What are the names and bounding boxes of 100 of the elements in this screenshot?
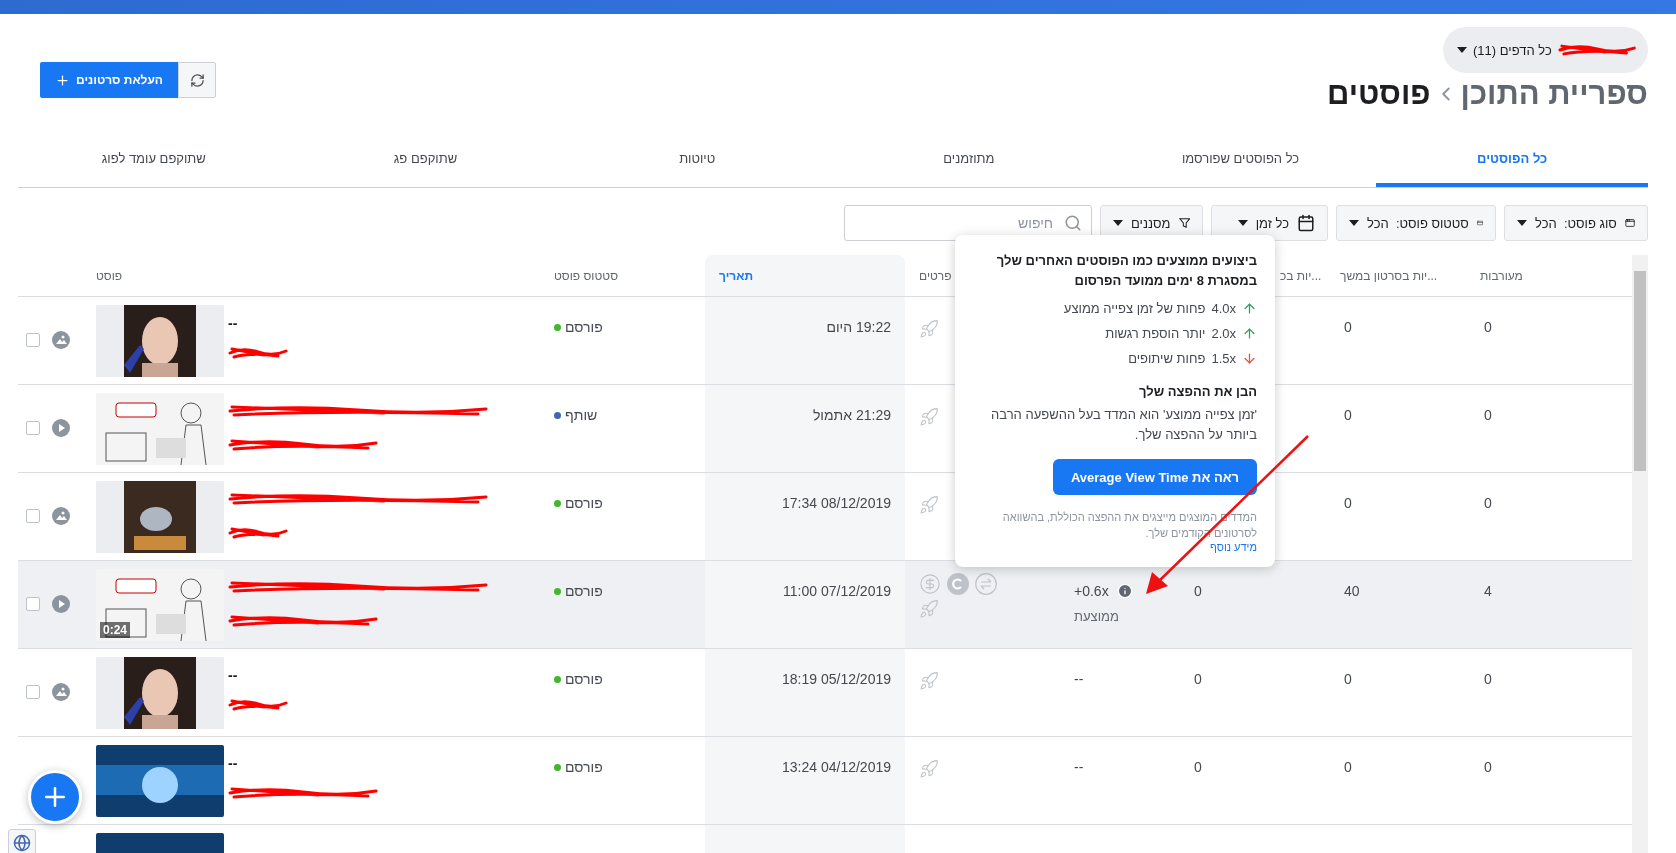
metric-text: יותר הוספת רגשות — [1105, 326, 1206, 341]
column-header[interactable]: פוסט — [96, 268, 123, 283]
metric-value: 0 — [1194, 759, 1202, 775]
scribble-drawing — [228, 697, 288, 713]
status-text: פורסם — [565, 319, 603, 335]
metric-value: 0 — [1194, 671, 1202, 687]
filter-dropdown[interactable]: סטטוס פוסט: הכל — [1336, 205, 1496, 241]
copyright-icon — [947, 573, 969, 595]
post-title: -- — [228, 315, 238, 331]
rocket-icon[interactable] — [919, 319, 939, 339]
row-checkbox[interactable] — [26, 421, 40, 435]
tab[interactable]: שתוקפם פג — [289, 130, 562, 187]
status-text: פורסם — [565, 495, 603, 511]
tab[interactable]: שתוקפם עומד לפוג — [18, 130, 290, 187]
column-header[interactable]: פרטים — [919, 268, 952, 283]
page-selector[interactable]: כל הדפים (11) — [1443, 27, 1648, 73]
caret-icon — [1349, 220, 1359, 226]
metric-value: 0 — [1484, 495, 1492, 511]
caret-icon — [1237, 220, 1248, 226]
metric-value: 0 — [1344, 319, 1352, 335]
metric-value: 0 — [1344, 759, 1352, 775]
column-header[interactable]: סטטוס פוסט — [554, 268, 618, 283]
upload-button[interactable]: העלאת סרטונים — [40, 62, 178, 98]
swap-icon — [975, 573, 997, 595]
search-field[interactable]: חיפוש — [844, 205, 1092, 241]
info-icon[interactable] — [1116, 583, 1133, 599]
row-checkbox[interactable] — [26, 509, 40, 523]
plus-icon — [55, 72, 71, 88]
column-header[interactable]: תאריך — [719, 268, 753, 283]
post-title: -- — [228, 667, 238, 683]
globe-icon — [13, 834, 31, 852]
caret-icon — [1517, 220, 1527, 226]
metric-value: -- — [1074, 759, 1084, 775]
metric-value: 1.5x — [1211, 351, 1236, 366]
calendar-icon — [1297, 214, 1315, 232]
caret-icon — [1113, 220, 1123, 226]
metric-value: 0 — [1344, 671, 1352, 687]
date-cell: 04/12/2019 13:24 — [705, 737, 905, 824]
rocket-icon[interactable] — [919, 407, 939, 427]
metric-value: 0 — [1194, 583, 1202, 599]
post-title: -- — [228, 755, 238, 771]
popup-heading: הבן את ההפצה שלך — [1139, 384, 1257, 399]
rocket-icon[interactable] — [919, 495, 939, 515]
metric-value: 4.0x — [1211, 301, 1236, 316]
video-duration: 0:24 — [100, 622, 131, 638]
status-text: פורסם — [565, 583, 603, 599]
tab[interactable]: כל הפוסטים שפורסמו — [1104, 130, 1377, 187]
status-text: שותף — [565, 407, 598, 423]
date-cell: 21:29 אתמול — [705, 385, 905, 472]
row-checkbox[interactable] — [26, 333, 40, 347]
metric-note: ממוצעת — [1074, 609, 1119, 624]
date-cell: 07/12/2019 11:00 — [705, 561, 905, 648]
breadcrumb-item[interactable]: ספריית התוכן — [1460, 76, 1648, 112]
rocket-icon[interactable] — [919, 599, 939, 619]
metric-value: 0 — [1344, 407, 1352, 423]
image-icon — [52, 331, 70, 349]
metric-value: 0 — [1344, 495, 1352, 511]
status-text: פורסם — [565, 759, 603, 775]
metric-text: פחות של זמן צפייה ממוצע — [1063, 301, 1206, 316]
popup-text: 'זמן צפייה ממוצע' הוא המדד בעל ההשפעה הרבה ביותר על ההפצה שלך. — [990, 406, 1257, 444]
metric-value: 4 — [1484, 583, 1492, 599]
date-cell: 08/12/2019 17:34 — [705, 473, 905, 560]
metric-value: 2.0x — [1211, 326, 1236, 341]
filter-dropdown[interactable]: כל זמן — [1211, 205, 1328, 241]
tab[interactable]: מתוזמנים — [833, 130, 1105, 187]
search-icon — [1064, 214, 1082, 232]
tab[interactable]: כל הפוסטים — [1376, 130, 1648, 187]
rocket-icon[interactable] — [919, 759, 939, 779]
filter-dropdown[interactable]: סוג פוסט: הכל — [1504, 205, 1648, 241]
scribble-drawing — [228, 525, 288, 541]
view-time-button[interactable]: ראה את Average View Time — [1053, 459, 1257, 495]
metric-value: 0 — [1484, 671, 1492, 687]
metric-text: פחות שיתופים — [1128, 351, 1206, 366]
popup-title: ביצועים ממוצעים כמו הפוסטים האחרים שלך במסגרת 8 ימים ממועד הפרסום — [995, 252, 1257, 290]
dollar-icon — [919, 573, 941, 595]
metric-value: 0 — [1484, 759, 1492, 775]
metric-value: 0 — [1484, 319, 1492, 335]
column-header[interactable]: ...יות בסרטון במשך — [1340, 268, 1438, 283]
learn-more-link[interactable]: מידע נוסף — [1209, 541, 1257, 553]
refresh-button[interactable] — [178, 62, 216, 98]
globe-button[interactable] — [8, 829, 36, 853]
tab[interactable]: טיוטות — [561, 130, 833, 187]
row-checkbox[interactable] — [26, 597, 40, 611]
filter-icon — [1178, 215, 1190, 231]
column-header[interactable]: מעורבות — [1480, 268, 1523, 283]
column-header[interactable]: ...יות בכ — [1280, 268, 1322, 283]
metric-value: -- — [1074, 671, 1084, 687]
refresh-icon — [189, 72, 205, 88]
image-icon — [52, 683, 70, 701]
row-checkbox[interactable] — [26, 685, 40, 699]
date-cell: 05/12/2019 18:19 — [705, 649, 905, 736]
metric-value: 40 — [1344, 583, 1360, 599]
play-icon — [52, 419, 70, 437]
caret-icon — [1457, 47, 1467, 53]
scrollbar[interactable] — [1632, 255, 1648, 853]
metric-value: 0 — [1484, 407, 1492, 423]
scribble-drawing — [228, 345, 288, 361]
breadcrumb-item: פוסטים — [1326, 76, 1431, 112]
rocket-icon[interactable] — [919, 671, 939, 691]
play-icon — [52, 595, 70, 613]
